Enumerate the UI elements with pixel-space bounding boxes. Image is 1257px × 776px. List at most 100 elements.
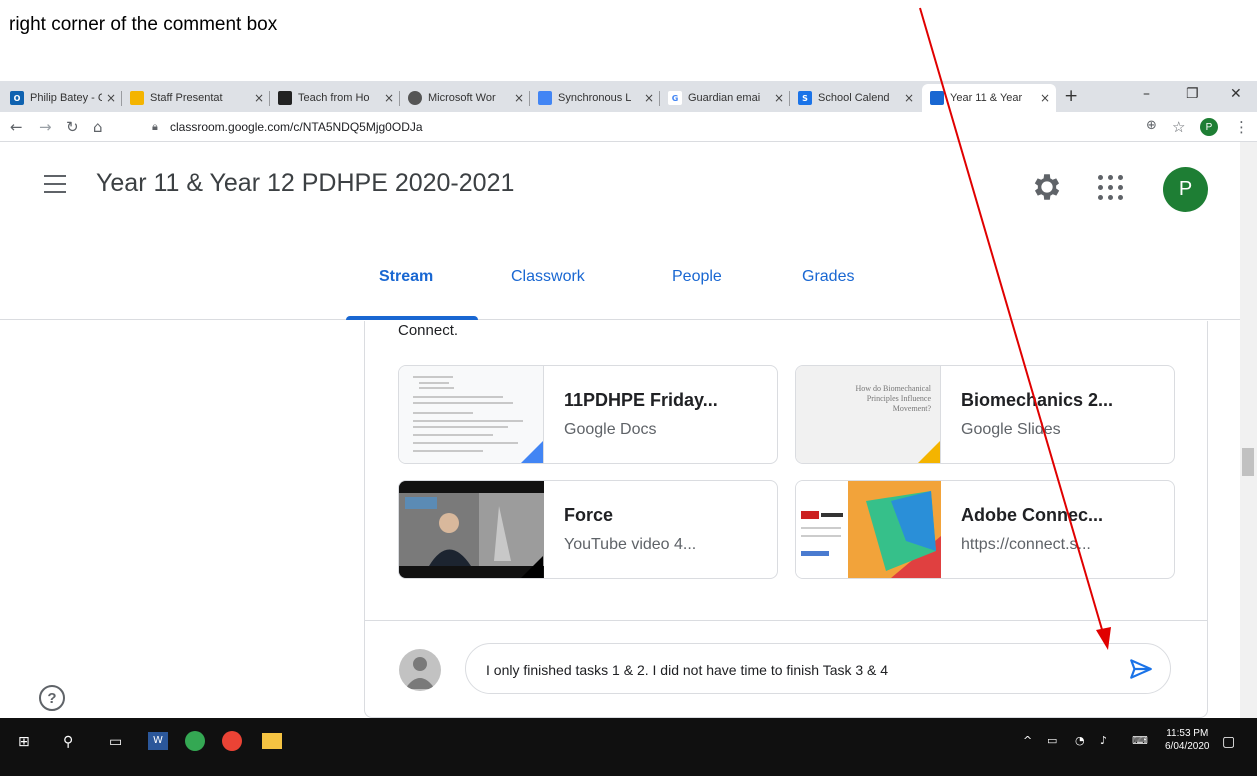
- attachment-card[interactable]: 11PDHPE Friday... Google Docs: [398, 365, 778, 464]
- active-tab-indicator: [346, 316, 478, 320]
- url-field[interactable]: classroom.google.com/c/NTA5NDQ5Mjg0ODJa: [170, 120, 423, 134]
- attachment-card[interactable]: Adobe Connec... https://connect.s...: [795, 480, 1175, 579]
- clock-time: 11:53 PM: [1166, 728, 1209, 739]
- reload-icon[interactable]: ↻: [66, 118, 79, 136]
- tab-label: Philip Batey - C: [30, 92, 102, 104]
- settings-gear-icon[interactable]: [1030, 170, 1064, 204]
- bookmark-star-icon[interactable]: ☆: [1172, 118, 1185, 136]
- search-icon[interactable]: ⚲: [63, 734, 73, 750]
- close-icon[interactable]: ×: [774, 91, 786, 105]
- attachment-type: Google Docs: [564, 421, 657, 438]
- tab-classwork[interactable]: Classwork: [511, 268, 585, 286]
- close-icon[interactable]: ×: [384, 91, 396, 105]
- youtube-corner-icon: [521, 556, 543, 578]
- tab-grades[interactable]: Grades: [802, 268, 854, 286]
- restore-icon[interactable]: ❐: [1186, 86, 1199, 102]
- tab-label: Teach from Ho: [298, 92, 370, 104]
- browser-tab[interactable]: G Guardian emai ×: [660, 84, 790, 112]
- slides-icon: [130, 91, 144, 105]
- more-menu-icon[interactable]: ⋮: [1234, 118, 1249, 136]
- forward-icon[interactable]: →: [39, 118, 52, 136]
- video-thumbnail: [399, 481, 544, 578]
- attachment-title: Adobe Connec...: [961, 505, 1104, 525]
- tab-label: Staff Presentat: [150, 92, 223, 104]
- classroom-nav-tabs: Stream Classwork People Grades: [0, 258, 1240, 320]
- taskbar-clock[interactable]: 11:53 PM 6/04/2020: [1165, 727, 1210, 753]
- keyboard-icon[interactable]: ⌨: [1132, 734, 1148, 747]
- clock-date: 6/04/2020: [1165, 741, 1210, 752]
- attachment-title: Biomechanics 2...: [961, 390, 1114, 410]
- annotation-caption: right corner of the comment box: [9, 14, 278, 35]
- page-scrollbar[interactable]: [1240, 142, 1257, 718]
- site-icon: [278, 91, 292, 105]
- windows-start-icon[interactable]: ⊞: [18, 734, 30, 750]
- browser-tab[interactable]: Microsoft Wor ×: [400, 84, 530, 112]
- wifi-icon[interactable]: ◔: [1075, 734, 1085, 747]
- class-title: Year 11 & Year 12 PDHPE 2020-2021: [96, 169, 515, 197]
- attachment-type: https://connect.s...: [961, 536, 1091, 553]
- doc-thumbnail: [399, 366, 544, 463]
- slides-thumbnail: How do Biomechanical Principles Influenc…: [796, 366, 941, 463]
- close-icon[interactable]: ×: [644, 91, 656, 105]
- file-explorer-icon[interactable]: [262, 733, 282, 749]
- menu-icon[interactable]: [44, 175, 66, 193]
- chrome-icon[interactable]: [185, 731, 205, 751]
- docs-corner-icon: [521, 441, 543, 463]
- calendar-icon: S: [798, 91, 812, 105]
- attachment-card[interactable]: Force YouTube video 4...: [398, 480, 778, 579]
- browser-tab[interactable]: O Philip Batey - C ×: [2, 84, 122, 112]
- browser-profile-avatar[interactable]: P: [1200, 118, 1218, 136]
- close-icon[interactable]: ×: [904, 91, 916, 105]
- close-window-icon[interactable]: ✕: [1230, 86, 1242, 102]
- notifications-icon[interactable]: ▢: [1222, 734, 1235, 750]
- scrollbar-thumb[interactable]: [1242, 448, 1254, 476]
- chrome-profile-icon[interactable]: [222, 731, 242, 751]
- lock-icon: 🔒︎: [152, 120, 158, 133]
- tab-label: Microsoft Wor: [428, 92, 496, 104]
- screenshot-root: right corner of the comment box O Philip…: [0, 0, 1257, 776]
- close-icon[interactable]: ×: [254, 91, 266, 105]
- comment-text: I only finished tasks 1 & 2. I did not h…: [486, 662, 889, 678]
- close-icon[interactable]: ×: [106, 91, 118, 105]
- comment-divider: [365, 620, 1207, 621]
- classroom-icon: [930, 91, 944, 105]
- browser-tab[interactable]: Staff Presentat ×: [122, 84, 270, 112]
- close-icon[interactable]: ×: [514, 91, 526, 105]
- commenter-avatar: [399, 649, 441, 691]
- post-text: Connect.: [398, 322, 459, 339]
- home-icon[interactable]: ⌂: [93, 118, 103, 136]
- send-icon[interactable]: [1127, 656, 1155, 682]
- back-icon[interactable]: ←: [10, 118, 23, 136]
- browser-tab-active[interactable]: Year 11 & Year ×: [922, 84, 1056, 112]
- minimize-icon[interactable]: –: [1143, 86, 1150, 102]
- tab-stream[interactable]: Stream: [379, 268, 433, 286]
- docs-icon: [538, 91, 552, 105]
- volume-icon[interactable]: ♪: [1100, 734, 1107, 747]
- attachment-type: YouTube video 4...: [564, 536, 697, 553]
- google-icon: G: [668, 91, 682, 105]
- tab-label: School Calend: [818, 92, 890, 104]
- attachment-card[interactable]: How do Biomechanical Principles Influenc…: [795, 365, 1175, 464]
- word-icon[interactable]: W: [148, 732, 168, 750]
- account-avatar[interactable]: P: [1163, 167, 1208, 212]
- attachment-title: 11PDHPE Friday...: [564, 390, 718, 410]
- close-icon[interactable]: ×: [1040, 91, 1052, 105]
- tab-people[interactable]: People: [672, 268, 722, 286]
- link-thumbnail: [796, 481, 941, 578]
- browser-tab[interactable]: Synchronous L ×: [530, 84, 660, 112]
- battery-icon[interactable]: ▭: [1047, 734, 1057, 747]
- browser-tab[interactable]: S School Calend ×: [790, 84, 920, 112]
- google-apps-icon[interactable]: [1098, 175, 1124, 201]
- help-icon[interactable]: ?: [39, 685, 65, 711]
- tab-label: Synchronous L: [558, 92, 632, 104]
- browser-tab[interactable]: Teach from Ho ×: [270, 84, 400, 112]
- new-tab-button[interactable]: +: [1064, 86, 1078, 106]
- globe-icon: [408, 91, 422, 105]
- zoom-icon[interactable]: ⊕: [1146, 118, 1157, 133]
- tray-chevron-icon[interactable]: ^: [1023, 734, 1032, 747]
- task-view-icon[interactable]: ▭: [109, 734, 122, 750]
- slides-corner-icon: [918, 441, 940, 463]
- tab-label: Year 11 & Year: [950, 92, 1023, 104]
- tab-label: Guardian emai: [688, 92, 761, 104]
- outlook-icon: O: [10, 91, 24, 105]
